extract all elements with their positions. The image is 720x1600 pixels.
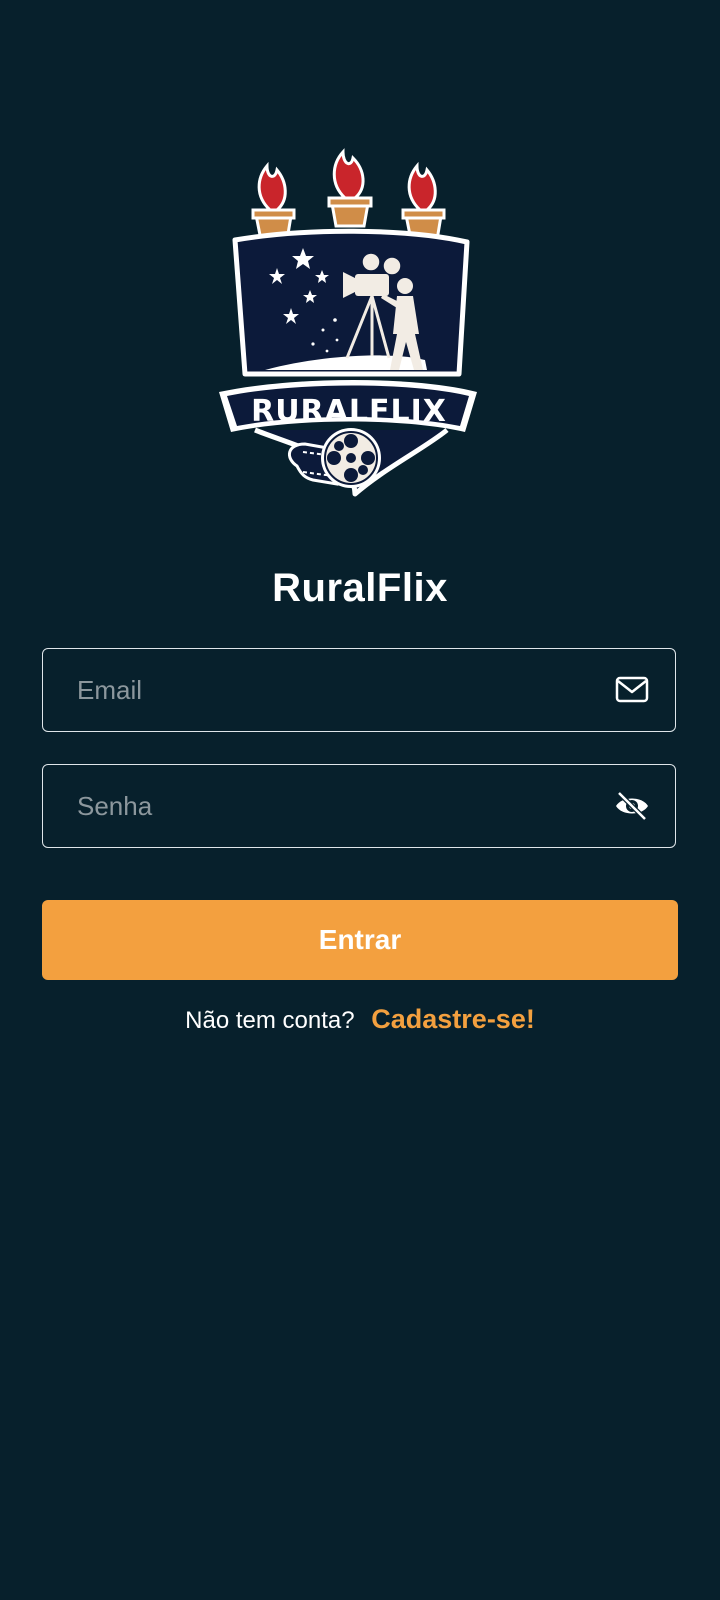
email-field[interactable] (42, 648, 676, 732)
password-field[interactable] (42, 764, 676, 848)
signup-prompt: Não tem conta? (185, 1007, 355, 1034)
left-torch-icon (251, 161, 296, 242)
right-torch-icon (401, 161, 446, 242)
logo-text: RURALFLIX (251, 394, 447, 429)
ruralflix-logo: RURALFLIX (219, 148, 477, 497)
center-torch-icon (327, 148, 373, 228)
signup-row: Não tem conta? Cadastre-se! (0, 1002, 720, 1038)
password-input[interactable] (77, 765, 577, 847)
signup-link[interactable]: Cadastre-se! (371, 1004, 535, 1034)
login-screen: RURALFLIX RuralFlix Email Entrar Não tem… (0, 0, 720, 1600)
eye-off-icon[interactable] (615, 791, 649, 821)
envelope-icon (615, 676, 649, 703)
email-input[interactable] (77, 649, 577, 731)
app-title: RuralFlix (272, 566, 448, 610)
login-button[interactable]: Entrar (42, 900, 678, 980)
